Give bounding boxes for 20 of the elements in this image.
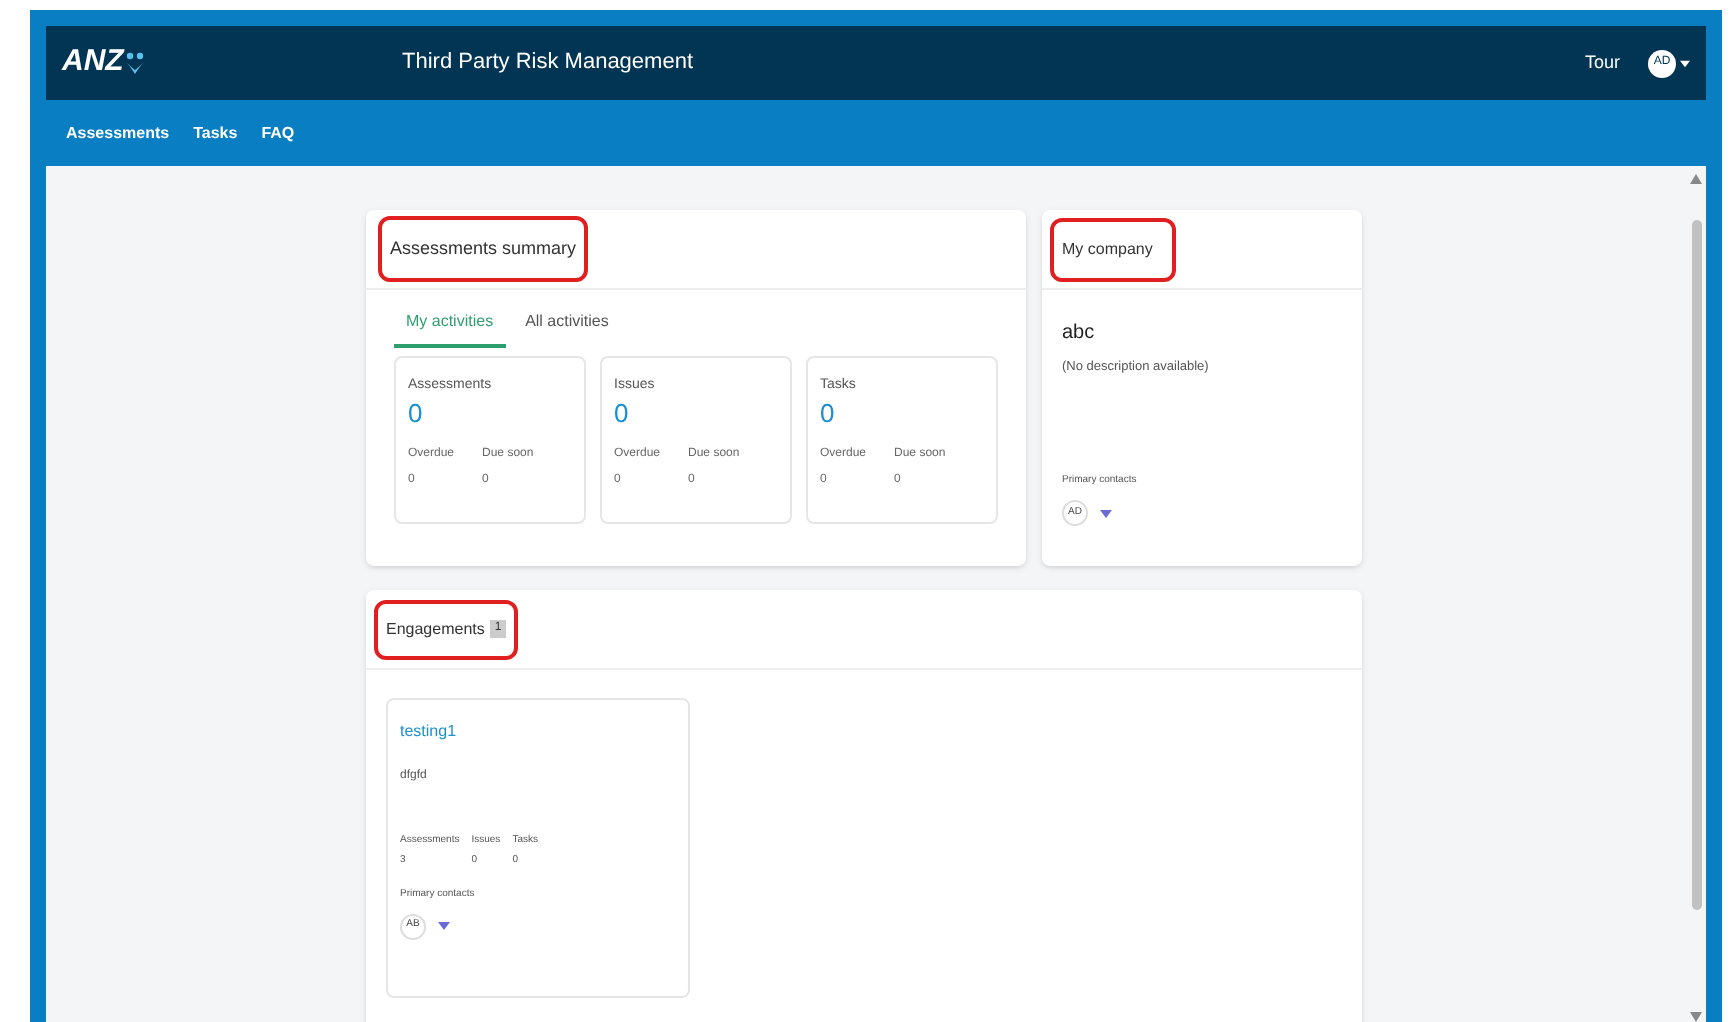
- caret-icon[interactable]: [1680, 59, 1690, 67]
- app-title: Third Party Risk Management: [402, 48, 693, 79]
- activity-tab[interactable]: All activities: [525, 310, 609, 348]
- company-name: abc: [1062, 320, 1097, 348]
- scrollbar-thumb[interactable]: [1691, 220, 1701, 910]
- engagement-name[interactable]: testing1: [400, 720, 676, 744]
- stat-count: 0: [820, 397, 837, 429]
- card-title: Assessments summary: [378, 215, 589, 283]
- tour-link[interactable]: Tour: [1584, 49, 1620, 77]
- nav-link[interactable]: Tasks: [193, 121, 238, 145]
- stat-count: 0: [614, 397, 631, 429]
- stat-count: 0: [408, 397, 425, 429]
- nav-link[interactable]: Assessments: [66, 121, 170, 145]
- card-title: Engagements: [386, 617, 485, 641]
- nav-link[interactable]: FAQ: [261, 121, 295, 145]
- card-title: My company: [1050, 217, 1177, 281]
- people-logo-icon: [125, 52, 144, 74]
- scroll-down-icon[interactable]: [1690, 1012, 1702, 1022]
- scroll-up-icon[interactable]: [1690, 174, 1702, 184]
- logo[interactable]: ANZ: [62, 40, 124, 86]
